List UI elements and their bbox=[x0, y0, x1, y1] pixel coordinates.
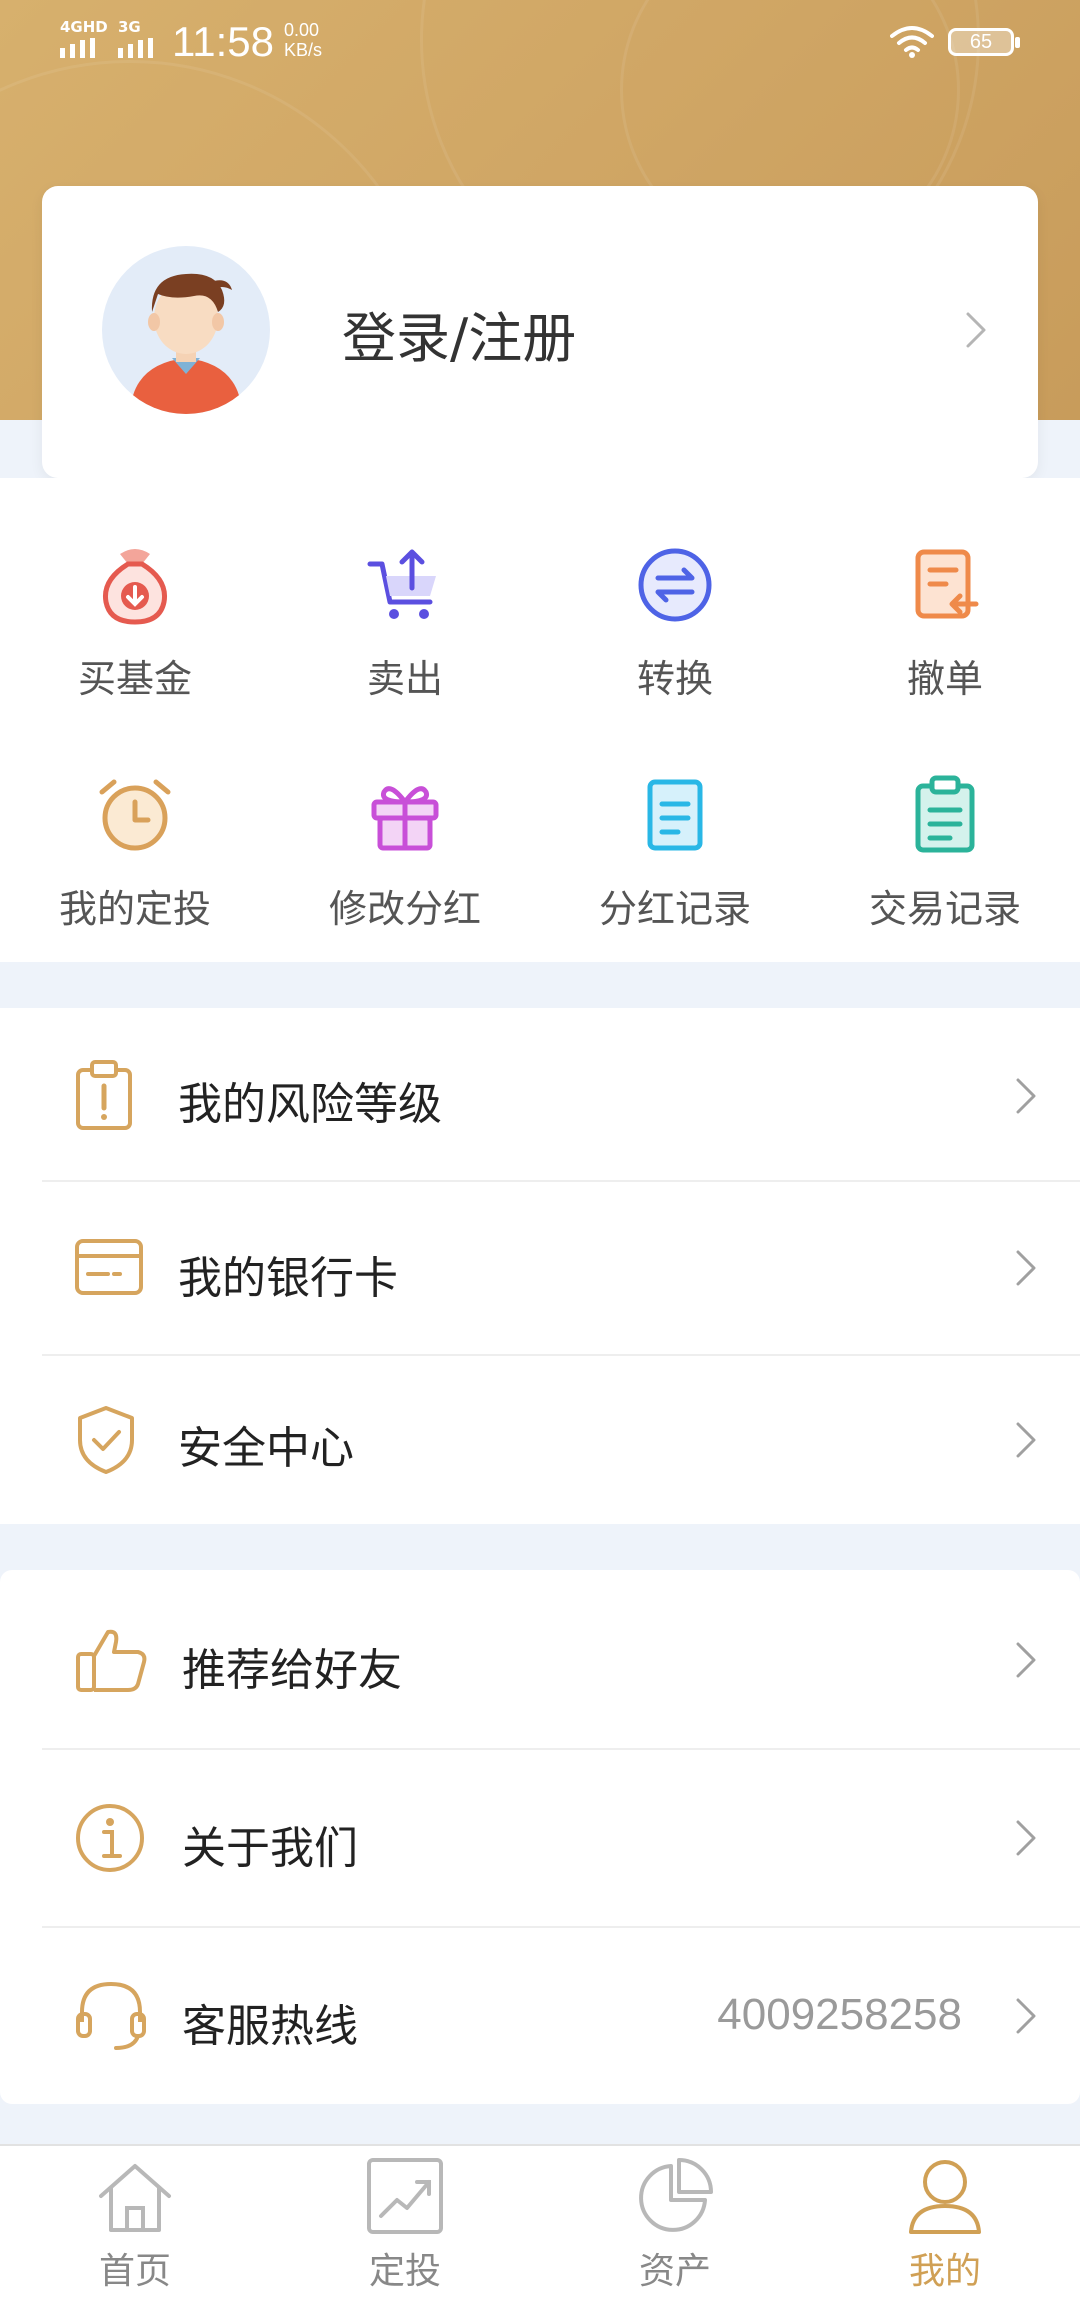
menu-item-label: 客服热线 bbox=[182, 2001, 358, 2052]
quick-action-label: 修改分红 bbox=[328, 887, 481, 931]
quick-action-modify-dividend[interactable]: 修改分红 bbox=[270, 770, 540, 933]
chart-trend-icon bbox=[367, 2158, 443, 2234]
thumbs-up-icon bbox=[76, 1629, 147, 1692]
quick-action-cancel-order[interactable]: 撤单 bbox=[810, 540, 1080, 703]
tab-assets[interactable]: 资产 bbox=[540, 2156, 810, 2294]
menu-item-risk-level[interactable]: 我的风险等级 bbox=[0, 1008, 1080, 1180]
default-avatar-icon bbox=[130, 273, 242, 414]
quick-action-buy-fund[interactable]: 买基金 bbox=[0, 540, 270, 703]
risk-clipboard-icon bbox=[76, 1060, 132, 1130]
menu-item-label: 推荐给好友 bbox=[182, 1645, 402, 1696]
quick-action-my-auto-invest[interactable]: 我的定投 bbox=[0, 770, 270, 933]
money-bag-download-icon bbox=[102, 549, 168, 625]
menu-item-recommend-friends[interactable]: 推荐给好友 bbox=[0, 1570, 1080, 1748]
login-register-label[interactable]: 登录/注册 bbox=[342, 294, 576, 373]
headset-icon bbox=[76, 1981, 146, 2050]
hotline-number[interactable]: 4009258258 bbox=[717, 1990, 962, 2040]
chevron-right-icon bbox=[1016, 1422, 1036, 1458]
chevron-right-icon bbox=[1016, 1820, 1036, 1856]
chevron-right-icon[interactable] bbox=[964, 310, 988, 350]
network-label-3g: 3G bbox=[118, 18, 141, 36]
info-icon bbox=[76, 1804, 144, 1872]
chevron-right-icon bbox=[1016, 1998, 1036, 2034]
user-icon bbox=[909, 2160, 981, 2234]
tab-label: 首页 bbox=[98, 2251, 171, 2292]
menu-item-customer-service[interactable]: 客服热线 4009258258 bbox=[0, 1928, 1080, 2104]
quick-action-label: 转换 bbox=[636, 657, 713, 701]
quick-actions-grid: 买基金 卖出 转换 撤单 我的定投 修改分红 分红记录 交易记录 bbox=[0, 478, 1080, 962]
quick-action-label: 交易记录 bbox=[868, 887, 1021, 931]
menu-item-security-center[interactable]: 安全中心 bbox=[0, 1356, 1080, 1524]
clock: 11:58 bbox=[172, 18, 274, 65]
quick-action-label: 买基金 bbox=[77, 657, 192, 701]
quick-action-dividend-records[interactable]: 分红记录 bbox=[540, 770, 810, 933]
network-label-4g: 4GHD bbox=[60, 18, 108, 36]
menu-item-label: 安全中心 bbox=[178, 1423, 354, 1474]
avatar[interactable] bbox=[102, 246, 270, 414]
tab-label: 我的 bbox=[908, 2251, 981, 2292]
notepad-icon bbox=[647, 779, 703, 851]
more-menu-section: 推荐给好友 关于我们 客服热线 4009258258 bbox=[0, 1570, 1080, 2104]
network-speed: 0.00 KB/s bbox=[284, 20, 322, 60]
gift-icon bbox=[371, 786, 439, 851]
quick-action-sell[interactable]: 卖出 bbox=[270, 540, 540, 703]
clipboard-icon bbox=[915, 775, 975, 853]
chevron-right-icon bbox=[1016, 1250, 1036, 1286]
speed-unit: KB/s bbox=[284, 40, 323, 60]
quick-action-label: 撤单 bbox=[906, 657, 983, 701]
quick-action-transaction-records[interactable]: 交易记录 bbox=[810, 770, 1080, 933]
chevron-right-icon bbox=[1016, 1078, 1036, 1114]
alarm-clock-icon bbox=[99, 779, 171, 851]
tab-label: 定投 bbox=[368, 2251, 441, 2292]
bottom-tab-bar: 首页 定投 资产 我的 bbox=[0, 2144, 1080, 2316]
quick-action-convert[interactable]: 转换 bbox=[540, 540, 810, 703]
bank-card-icon bbox=[75, 1239, 143, 1295]
tab-home[interactable]: 首页 bbox=[0, 2156, 270, 2294]
wifi-icon bbox=[890, 26, 934, 58]
menu-item-label: 关于我们 bbox=[182, 1823, 358, 1874]
menu-item-about-us[interactable]: 关于我们 bbox=[0, 1750, 1080, 1926]
quick-action-label: 卖出 bbox=[366, 657, 443, 701]
status-bar: 4GHD 3G 11:58 0.00 KB/s 65 bbox=[0, 0, 1080, 80]
pie-chart-icon bbox=[639, 2158, 713, 2232]
login-card[interactable]: 登录/注册 bbox=[42, 186, 1038, 478]
quick-action-label: 分红记录 bbox=[598, 887, 751, 931]
tab-label: 资产 bbox=[638, 2251, 711, 2292]
speed-value: 0.00 bbox=[284, 20, 320, 40]
document-return-icon bbox=[915, 549, 979, 619]
signal-4g-icon bbox=[60, 38, 95, 58]
account-menu-section: 我的风险等级 我的银行卡 安全中心 bbox=[0, 1008, 1080, 1524]
exchange-circle-icon bbox=[638, 548, 712, 622]
menu-item-label: 我的银行卡 bbox=[178, 1253, 398, 1304]
shield-check-icon bbox=[78, 1406, 134, 1474]
signal-3g-icon bbox=[118, 38, 153, 58]
quick-action-label: 我的定投 bbox=[58, 887, 211, 931]
battery-indicator: 65 bbox=[948, 28, 1020, 56]
tab-auto-invest[interactable]: 定投 bbox=[270, 2156, 540, 2294]
cart-upload-icon bbox=[367, 549, 436, 619]
chevron-right-icon bbox=[1016, 1642, 1036, 1678]
menu-item-label: 我的风险等级 bbox=[178, 1079, 442, 1130]
home-icon bbox=[99, 2164, 171, 2232]
menu-item-bank-card[interactable]: 我的银行卡 bbox=[0, 1182, 1080, 1354]
tab-mine[interactable]: 我的 bbox=[810, 2156, 1080, 2294]
